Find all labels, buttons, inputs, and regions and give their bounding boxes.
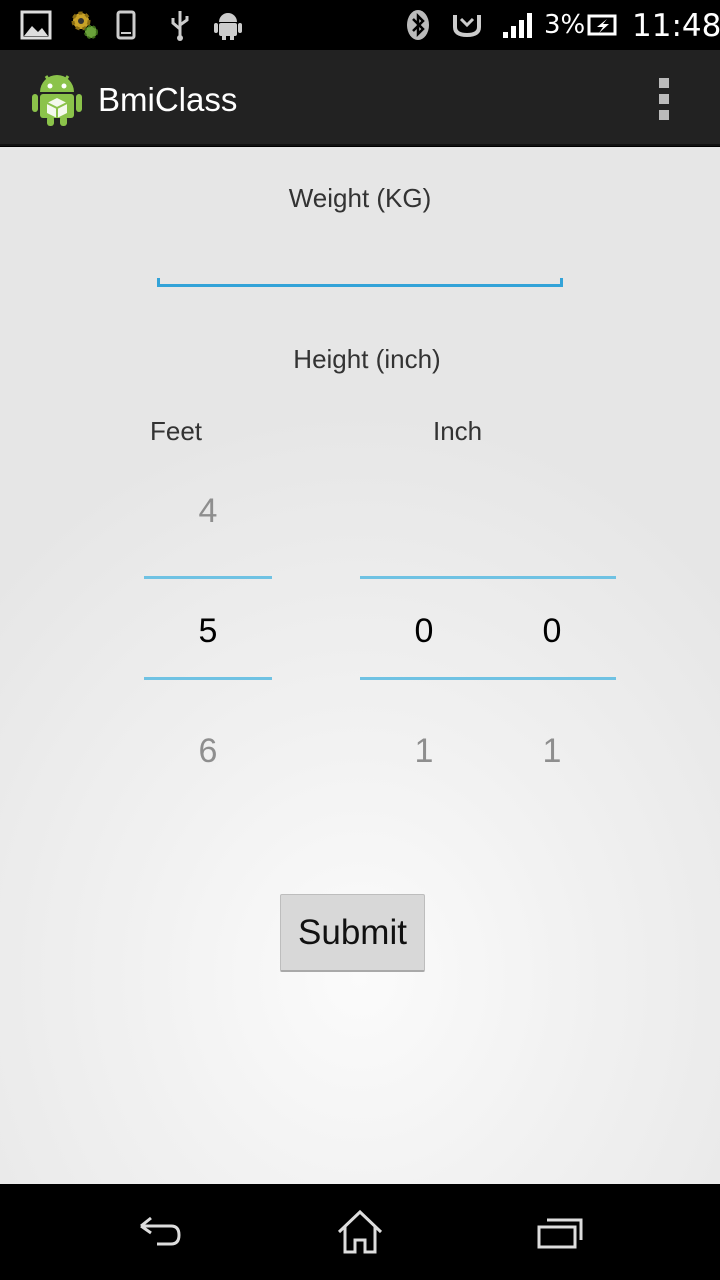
weight-label: Weight (KG) (288, 183, 432, 213)
gear-notification-icon (66, 8, 102, 42)
feet-label: Feet (150, 416, 203, 446)
battery-percent: 3% (544, 10, 586, 40)
home-icon[interactable] (320, 1204, 400, 1260)
feet-picker-below[interactable]: 6 (144, 729, 272, 773)
weight-field-right-tick (560, 278, 563, 287)
weight-field-underline (157, 284, 563, 287)
feet-picker-divider-bottom (144, 677, 272, 680)
inch-picker-divider-top (360, 576, 616, 579)
battery-icon (586, 8, 620, 42)
android-debug-icon (210, 8, 246, 42)
back-icon[interactable] (120, 1204, 200, 1260)
app-android-icon[interactable] (30, 70, 84, 128)
bluetooth-icon (404, 8, 432, 42)
app-title: BmiClass (98, 81, 238, 118)
recent-apps-icon[interactable] (520, 1204, 600, 1260)
feet-picker-selected[interactable]: 5 (144, 609, 272, 653)
inch-tens-picker-selected[interactable]: 0 (360, 609, 488, 653)
phone-icon (112, 8, 140, 42)
inch-ones-picker-selected[interactable]: 0 (488, 609, 616, 653)
status-bar: 3% 11:48 (0, 0, 720, 50)
inch-label: Inch (433, 416, 483, 446)
usb-icon (164, 8, 196, 42)
clock: 11:48 (632, 8, 720, 44)
submit-button[interactable]: Submit (280, 894, 425, 972)
signal-icon (500, 8, 538, 42)
inch-picker-divider-bottom (360, 677, 616, 680)
inch-tens-picker-below[interactable]: 1 (360, 729, 488, 773)
feet-picker-above[interactable]: 4 (144, 489, 272, 533)
overflow-menu-icon[interactable] (650, 76, 678, 122)
inch-ones-picker-below[interactable]: 1 (488, 729, 616, 773)
feet-picker-divider-top (144, 576, 272, 579)
gallery-icon (18, 8, 54, 42)
weight-field-left-tick (157, 278, 160, 287)
nfc-icon (450, 8, 484, 42)
main-content (0, 147, 720, 1184)
height-label: Height (inch) (293, 344, 441, 374)
